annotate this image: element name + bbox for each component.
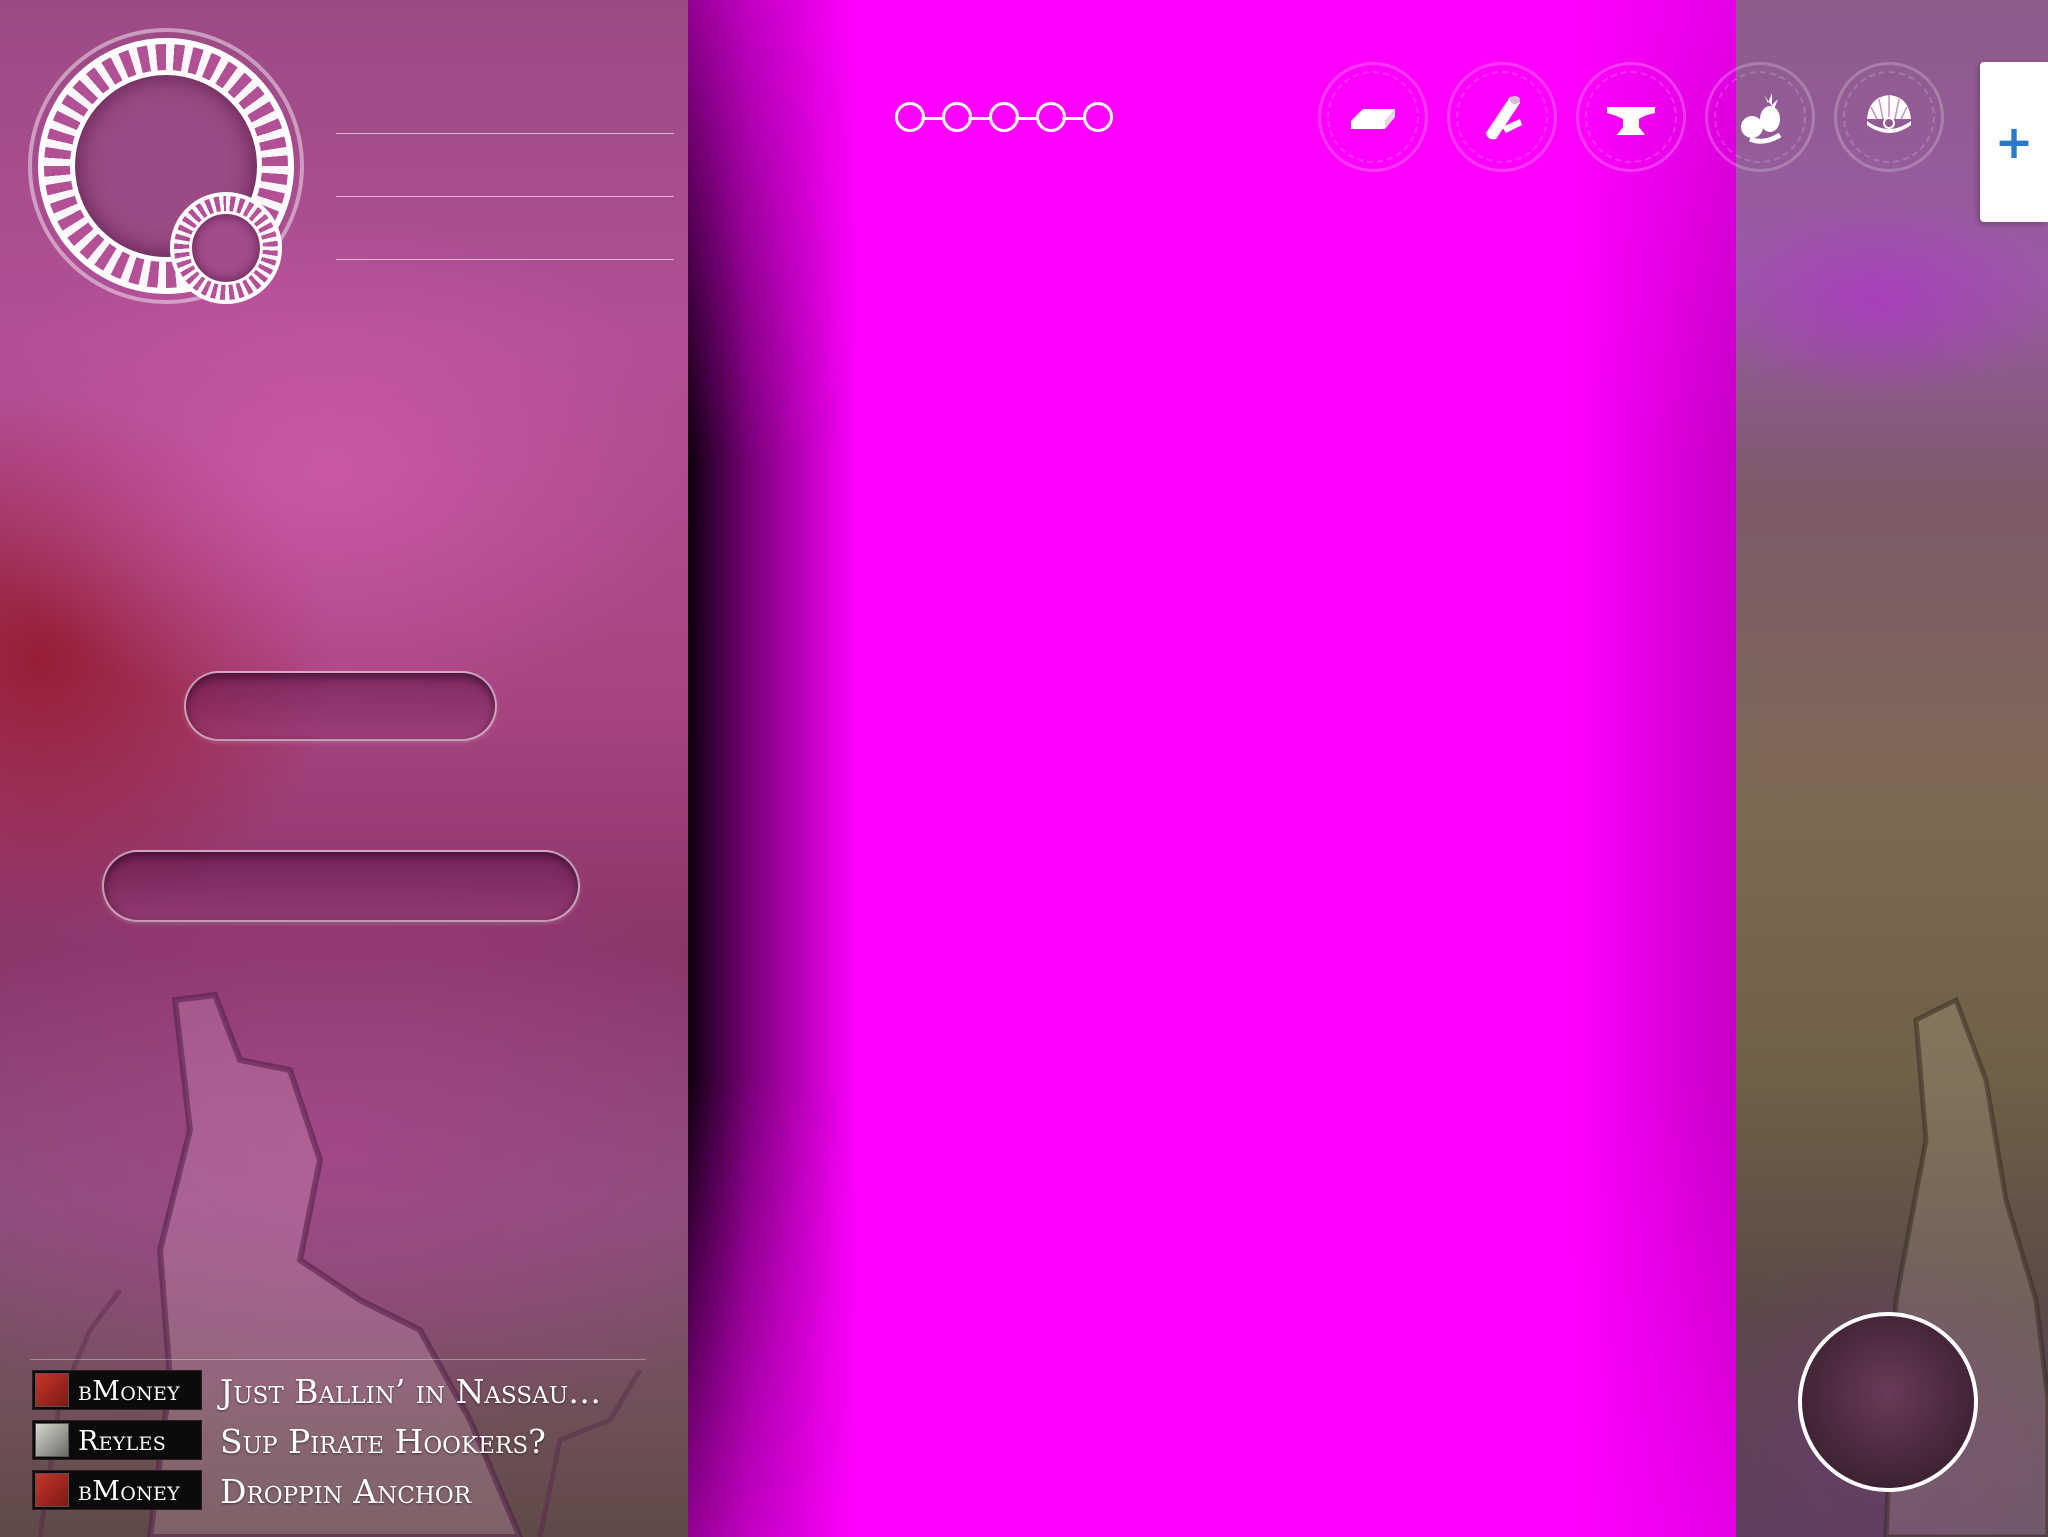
skeleton-portrait-icon	[35, 1423, 69, 1457]
wide-pill-button[interactable]	[102, 850, 580, 922]
player-stat-line	[336, 259, 674, 260]
chat-divider	[30, 1359, 646, 1360]
lumber-log-icon	[1486, 96, 1522, 140]
resource-gold[interactable]	[1318, 62, 1428, 172]
chat-username-box: bMoney	[32, 1370, 202, 1410]
pearl-shell-icon	[1867, 95, 1911, 133]
resource-pearl[interactable]	[1834, 62, 1944, 172]
level-badge[interactable]	[189, 211, 263, 285]
chat-username[interactable]: Reyles	[78, 1426, 166, 1457]
right-cliff-decoration	[1883, 996, 2048, 1537]
chat-text: Just Ballin’ in Nassau…	[220, 1372, 602, 1411]
resource-wood[interactable]	[1447, 62, 1557, 172]
gold-bar-icon	[1351, 109, 1395, 129]
anvil-icon	[1607, 107, 1655, 135]
red-pirate-portrait-icon	[35, 1473, 69, 1507]
chat-text: Droppin Anchor	[220, 1472, 472, 1511]
chain-node-3	[989, 102, 1019, 132]
plus-icon: +	[1994, 115, 2034, 169]
progress-chain	[895, 102, 1120, 136]
chain-node-2	[942, 102, 972, 132]
chat-username[interactable]: bMoney	[78, 1376, 180, 1407]
resource-iron[interactable]	[1576, 62, 1686, 172]
action-button[interactable]	[1798, 1312, 1978, 1492]
chat-username[interactable]: bMoney	[78, 1476, 180, 1507]
chain-node-5	[1083, 102, 1113, 132]
fruit-icon	[1741, 93, 1782, 144]
chat-text: Sup Pirate Hookers?	[220, 1422, 546, 1461]
chain-node-1	[895, 102, 925, 132]
player-name-line	[336, 133, 674, 134]
chat-username-box: bMoney	[32, 1470, 202, 1510]
resource-food[interactable]	[1705, 62, 1815, 172]
red-pirate-portrait-icon	[35, 1373, 69, 1407]
chain-node-4	[1036, 102, 1066, 132]
small-pill-button[interactable]	[184, 671, 497, 741]
main-view[interactable]	[688, 0, 1736, 1537]
add-button[interactable]: +	[1980, 62, 2048, 222]
right-sidebar	[1736, 0, 2048, 1537]
player-title-line	[336, 196, 674, 197]
chat-username-box: Reyles	[32, 1420, 202, 1460]
